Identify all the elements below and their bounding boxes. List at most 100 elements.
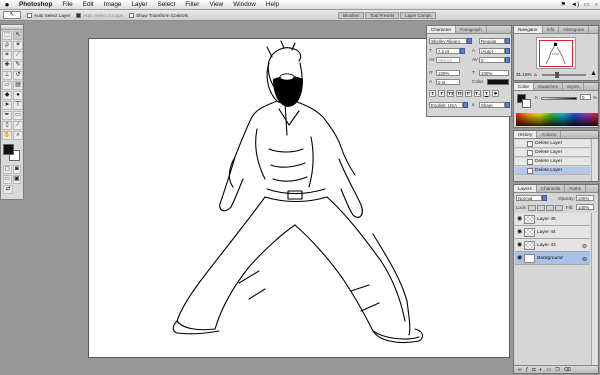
color-panel-bg-swatch[interactable] [522,99,531,108]
zoom-level-field[interactable]: 31.15% [516,72,532,77]
navigator-thumbnail[interactable] [536,37,576,69]
link-layers-icon[interactable]: ∞ [518,367,522,373]
tab-info[interactable]: Info [543,26,560,33]
brush-tool-icon[interactable]: ✎ [13,61,23,70]
tab-styles[interactable]: Styles [563,83,585,90]
lock-pixels-icon[interactable] [537,205,545,211]
blend-mode-dropdown-icon[interactable] [542,195,547,201]
font-style-dropdown-icon[interactable] [505,38,510,44]
all-caps-button[interactable]: TT [447,90,454,97]
pen-tool-icon[interactable]: ✒ [2,111,12,120]
font-size-field[interactable]: 7.2 pt [436,48,460,54]
auto-select-layer-checkbox[interactable]: Auto Select Layer [27,12,70,18]
lock-all-icon[interactable] [555,205,563,211]
menu-file[interactable]: File [57,0,77,10]
type-tool-icon[interactable]: T [13,101,23,110]
well-tab-tool-presets[interactable]: Tool Presets [365,12,400,19]
menu-filter[interactable]: Filter [180,0,204,10]
zoom-slider-thumb[interactable] [555,72,560,78]
zoom-in-icon[interactable]: ▲ [590,70,597,77]
menu-select[interactable]: Select [152,0,180,10]
notes-tool-icon[interactable]: ▯ [2,121,12,130]
vertical-scale-field[interactable]: 100% [436,70,460,76]
speaker-icon[interactable]: ◄) [571,0,579,10]
menu-window[interactable]: Window [228,0,261,10]
lock-transparency-icon[interactable] [528,205,536,211]
show-transform-controls-checkbox[interactable]: Show Transform Controls [129,12,188,18]
tracking-dropdown-icon[interactable] [505,57,510,63]
tab-color[interactable]: Color [514,83,534,90]
font-family-dropdown-icon[interactable] [467,38,472,44]
menu-view[interactable]: View [204,0,228,10]
search-icon[interactable]: ⌕ [595,0,598,10]
move-tool-icon[interactable]: ↖ [13,31,23,40]
leading-field[interactable]: (Auto) [479,48,505,54]
well-tab-brushes[interactable]: Brushes [338,12,365,19]
shape-tool-icon[interactable]: ▭ [13,111,23,120]
language-dropdown-icon[interactable] [463,102,468,108]
tab-histogram[interactable]: Histogram [559,26,590,33]
new-group-icon[interactable]: ▭ [546,367,551,373]
baseline-shift-field[interactable]: 0 pt [436,79,460,85]
adjustment-layer-icon[interactable]: ◐ [539,367,542,373]
tab-paths[interactable]: Paths [565,185,586,192]
menu-image[interactable]: Image [99,0,127,10]
k-channel-field[interactable]: 0 [580,94,591,100]
visibility-eye-icon[interactable]: ◉ [517,229,523,235]
tab-paragraph[interactable]: Paragraph [456,26,487,33]
layer-style-icon[interactable]: ƒ [526,367,529,373]
apple-menu-icon[interactable]: ● [0,0,14,10]
flag-icon[interactable]: ⚑ [561,0,566,10]
history-state-current[interactable]: Delete Layer [515,167,590,175]
tab-actions[interactable]: Actions [537,131,562,138]
marquee-tool-icon[interactable]: ⬚ [2,31,12,40]
layer-row[interactable]: ◉ Layer 44 [515,226,590,239]
tab-swatches[interactable]: Swatches [534,83,563,90]
dodge-tool-icon[interactable]: ● [13,91,23,100]
battery-icon[interactable]: ▭ [584,0,590,10]
tab-layers[interactable]: Layers [514,185,537,192]
k-channel-slider[interactable] [541,97,577,100]
screen-mode-full-icon[interactable]: ▣ [12,175,21,184]
blend-mode-select[interactable]: Normal [516,195,542,201]
anti-alias-dropdown-icon[interactable] [505,102,510,108]
layer-row-selected[interactable]: ◉ Background ⊖ [515,252,590,265]
language-select[interactable]: English: USA [429,102,463,108]
history-state[interactable]: Delete Layer [515,158,590,166]
path-selection-tool-icon[interactable]: ➤ [2,101,12,110]
font-family-select[interactable]: Shelley Allegro Scr... [429,38,467,44]
eyedropper-tool-icon[interactable]: ⁄ [13,121,23,130]
underline-button[interactable]: T [483,90,490,97]
layer-row[interactable]: ◉ Layer 43 ⊖ [515,239,590,252]
menu-app-name[interactable]: Photoshop [14,0,57,10]
lasso-tool-icon[interactable]: ρ [2,41,12,50]
healing-brush-tool-icon[interactable]: ✚ [2,61,12,70]
tool-preset-picker[interactable]: ↖ [3,11,21,19]
history-state[interactable]: Delete Layer [515,149,590,157]
faux-italic-button[interactable]: T [438,90,445,97]
zoom-tool-icon[interactable]: ⌕ [13,131,23,140]
menu-edit[interactable]: Edit [78,0,99,10]
history-scrollbar[interactable] [591,139,598,181]
layer-row[interactable]: ◉ Layer 45 [515,213,590,226]
leading-dropdown-icon[interactable] [505,48,510,54]
clone-stamp-tool-icon[interactable]: ⊥ [2,71,12,80]
magic-wand-tool-icon[interactable]: ✶ [13,41,23,50]
new-layer-icon[interactable]: ❐ [555,367,559,373]
auto-select-groups-checkbox[interactable]: Auto Select Groups [76,12,123,18]
menu-layer[interactable]: Layer [126,0,152,10]
tab-channels[interactable]: Channels [537,185,566,192]
opacity-field[interactable]: 100% [576,195,594,201]
gradient-tool-icon[interactable]: ▤ [13,81,23,90]
crop-tool-icon[interactable]: ⌗ [2,51,12,60]
screen-mode-standard-icon[interactable]: ▭ [3,175,12,184]
font-style-select[interactable]: Regular [479,38,505,44]
small-caps-button[interactable]: Tt [456,90,463,97]
foreground-color-swatch[interactable] [3,144,14,155]
strikethrough-button[interactable]: T [492,90,499,97]
fill-field[interactable]: 100% [576,204,594,210]
superscript-button[interactable]: T¹ [465,90,472,97]
anti-alias-select[interactable]: Sharp [479,102,505,108]
add-mask-icon[interactable]: ◘ [532,367,535,373]
visibility-eye-icon[interactable]: ◉ [517,216,523,222]
